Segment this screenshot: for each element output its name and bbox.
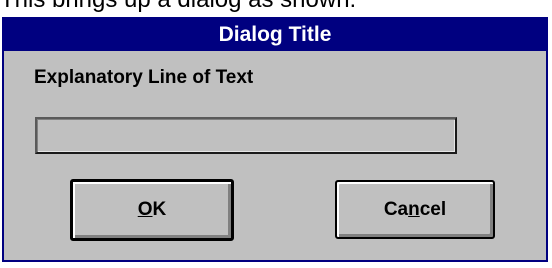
dialog-title: Dialog Title bbox=[4, 19, 546, 51]
dialog-window: Dialog Title Explanatory Line of Text OK… bbox=[2, 17, 548, 262]
ok-button[interactable]: OK bbox=[70, 179, 234, 241]
explanatory-text: Explanatory Line of Text bbox=[34, 67, 254, 88]
ok-mnemonic: O bbox=[137, 199, 153, 220]
ok-rest: K bbox=[152, 199, 167, 220]
text-input-field[interactable] bbox=[35, 117, 457, 154]
cancel-button-label: Cancel bbox=[384, 199, 446, 221]
cancel-prefix: Ca bbox=[383, 198, 409, 220]
cancel-button[interactable]: Cancel bbox=[335, 180, 495, 239]
cancel-suffix: cel bbox=[419, 198, 447, 220]
cancel-mnemonic: n bbox=[408, 198, 420, 220]
caption-text: This brings up a dialog as shown: bbox=[0, 0, 356, 15]
ok-button-label: OK bbox=[138, 199, 167, 221]
